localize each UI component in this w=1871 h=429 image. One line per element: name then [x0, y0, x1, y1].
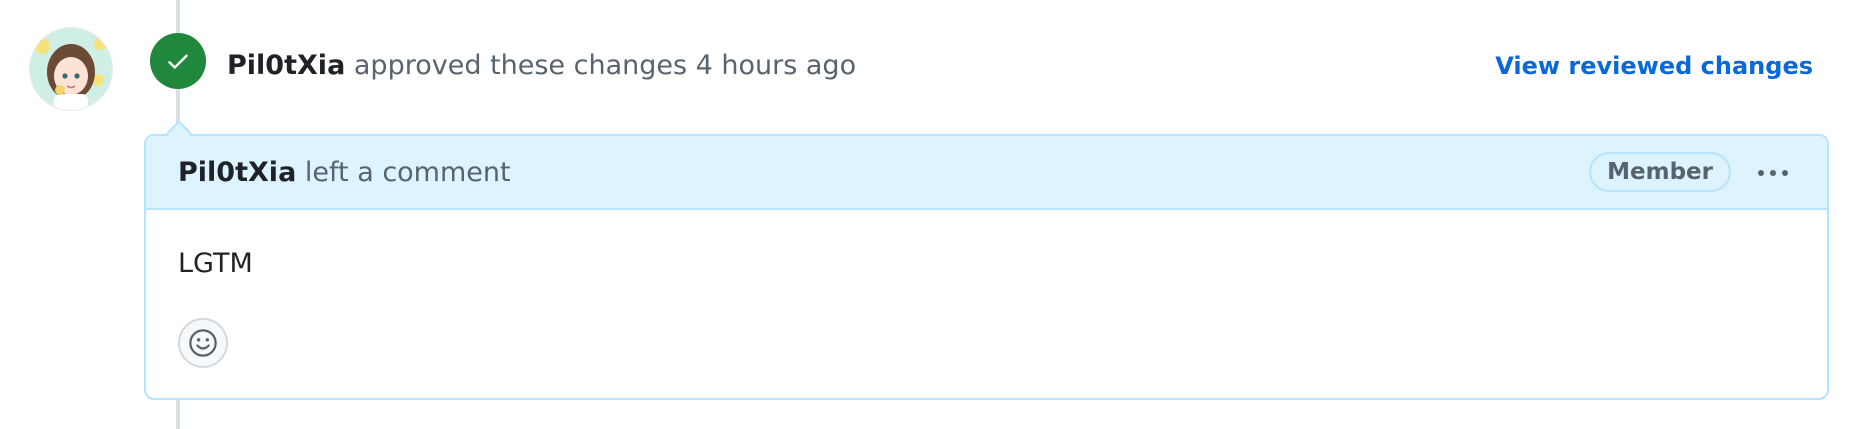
review-event-summary: Pil0tXia approved these changes 4 hours …	[227, 48, 856, 84]
comment-author-link[interactable]: Pil0tXia	[178, 157, 296, 188]
comment-header: Pil0tXia left a comment Member	[146, 136, 1827, 210]
comment-body: LGTM	[178, 248, 253, 279]
add-reaction-button[interactable]	[178, 318, 228, 368]
avatar-image	[30, 28, 112, 110]
review-action-text: approved these changes	[345, 50, 696, 81]
kebab-horizontal-icon	[1758, 170, 1788, 176]
comment-header-text: Pil0tXia left a comment	[178, 155, 511, 191]
member-role-badge: Member	[1589, 152, 1731, 192]
review-author-link[interactable]: Pil0tXia	[227, 50, 345, 81]
approved-status-badge	[150, 33, 206, 89]
comment-action-text: left a comment	[296, 157, 511, 188]
comment-options-button[interactable]	[1753, 158, 1793, 188]
review-timestamp[interactable]: 4 hours ago	[696, 50, 856, 81]
check-icon	[168, 54, 188, 69]
review-comment: Pil0tXia left a comment Member LGTM	[144, 134, 1829, 400]
avatar[interactable]	[30, 28, 112, 110]
view-reviewed-changes-link[interactable]: View reviewed changes	[1495, 48, 1813, 84]
smiley-icon	[189, 329, 217, 357]
